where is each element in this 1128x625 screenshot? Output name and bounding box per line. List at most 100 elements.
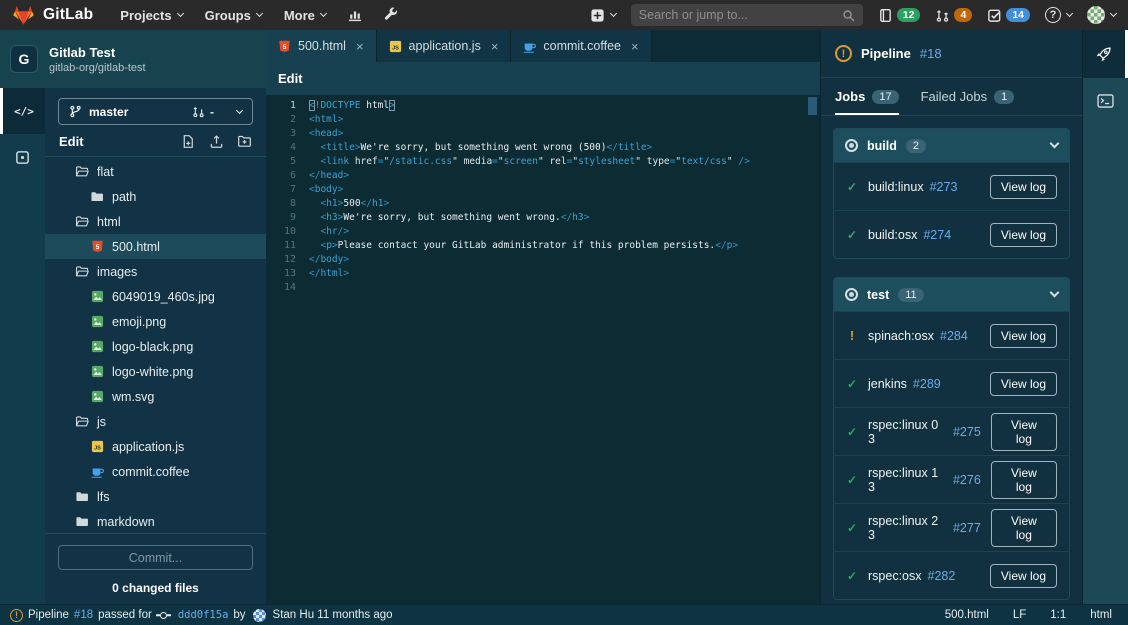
statusbar-line-ending[interactable]: LF [1013,609,1026,621]
job-id-link[interactable]: #282 [928,569,956,583]
project-avatar[interactable]: G [10,45,38,73]
code-line[interactable]: 1<!DOCTYPE html> [266,99,820,113]
commit-sha-link[interactable]: ddd0f15a [178,609,229,621]
chevron-down-icon[interactable] [1050,288,1060,298]
tree-item[interactable]: html [45,209,266,234]
statusbar-file-name[interactable]: 500.html [945,609,989,621]
code-line[interactable]: 2<html> [266,113,820,127]
new-menu-plus-icon[interactable] [590,8,616,23]
tree-item[interactable]: emoji.png [45,309,266,334]
stage-header[interactable]: build2 [834,129,1069,162]
tree-item[interactable]: markdown [45,509,266,533]
code-line[interactable]: 13</html> [266,267,820,281]
gitlab-logo-icon[interactable] [12,4,35,26]
tree-item[interactable]: 6049019_460s.jpg [45,284,266,309]
new-folder-icon[interactable] [237,134,252,149]
editor-tab[interactable]: commit.coffee× [511,30,651,62]
tree-item[interactable]: logo-white.png [45,359,266,384]
tree-item[interactable]: commit.coffee [45,459,266,484]
job-id-link[interactable]: #276 [953,473,981,487]
gitlab-logo-text[interactable]: GitLab [43,6,93,24]
statusbar-language[interactable]: html [1090,609,1112,621]
chevron-down-icon[interactable] [1050,139,1060,149]
job-id-link[interactable]: #273 [930,180,958,194]
commit-button[interactable]: Commit... [58,545,253,570]
nav-groups-menu[interactable]: Groups [205,8,262,23]
job-id-link[interactable]: #277 [953,521,981,535]
file-tree: flatpathhtml5500.htmlimages6049019_460s.… [45,159,266,533]
view-log-button[interactable]: View log [990,372,1057,396]
close-icon[interactable]: × [491,39,499,54]
tree-item[interactable]: js [45,409,266,434]
code-line[interactable]: 10 <hr/> [266,225,820,239]
stage-header[interactable]: test11 [834,278,1069,311]
editor-scrollbar[interactable] [808,97,817,115]
close-icon[interactable]: × [356,39,364,54]
tree-item[interactable]: path [45,184,266,209]
tree-item[interactable]: flat [45,159,266,184]
changed-files-count: 0 changed files [58,581,253,595]
branch-selector[interactable]: master - [58,98,253,125]
tree-item-label: logo-white.png [112,365,193,379]
tree-item[interactable]: logo-black.png [45,334,266,359]
statusbar-pipeline-id-link[interactable]: #18 [74,609,93,621]
code-line[interactable]: 11 <p>Please contact your GitLab adminis… [266,239,820,253]
job-id-link[interactable]: #284 [940,329,968,343]
tree-item-label: lfs [97,490,110,504]
view-log-button[interactable]: View log [991,509,1057,547]
nav-projects-menu[interactable]: Projects [120,8,182,23]
tree-item[interactable]: wm.svg [45,384,266,409]
search-box[interactable] [631,4,863,26]
tree-item[interactable]: 5500.html [45,234,266,259]
view-log-button[interactable]: View log [991,461,1057,499]
job-id-link[interactable]: #275 [953,425,981,439]
view-log-button[interactable]: View log [990,175,1057,199]
code-line[interactable]: 6</head> [266,169,820,183]
tree-item[interactable]: JSapplication.js [45,434,266,459]
code-editor[interactable]: 1<!DOCTYPE html>2<html>3<head>4 <title>W… [266,95,820,604]
todos-counter[interactable]: 14 [987,8,1030,23]
view-log-button[interactable]: View log [991,413,1057,451]
chevron-down-icon [320,10,327,17]
help-menu[interactable] [1045,7,1072,23]
issues-counter[interactable]: 12 [878,8,921,23]
jobs-tab[interactable]: Jobs17 [835,78,899,115]
code-line[interactable]: 12</body> [266,253,820,267]
new-file-icon[interactable] [181,134,196,149]
jobs-tab[interactable]: Failed Jobs1 [921,78,1015,115]
editor-tab[interactable]: 5500.html× [266,30,377,62]
edit-mode-tab[interactable] [0,88,45,134]
view-log-button[interactable]: View log [990,564,1057,588]
code-line[interactable]: 7<body> [266,183,820,197]
job-id-link[interactable]: #274 [923,228,951,242]
code-line[interactable]: 9 <h3>We're sorry, but something went wr… [266,211,820,225]
merge-requests-counter[interactable]: 4 [935,8,972,23]
editor-tab[interactable]: JSapplication.js× [377,30,512,62]
user-menu[interactable] [1087,6,1116,24]
view-log-button[interactable]: View log [990,223,1057,247]
close-icon[interactable]: × [631,39,639,54]
charts-icon[interactable] [347,7,363,23]
code-line[interactable]: 14 [266,281,820,295]
pipelines-tab[interactable] [1083,30,1128,78]
left-activity-rail [0,88,45,604]
search-input[interactable] [639,8,842,22]
tree-item[interactable]: images [45,259,266,284]
tree-item[interactable]: lfs [45,484,266,509]
upload-file-icon[interactable] [209,134,224,149]
author-avatar [253,609,266,622]
project-title[interactable]: Gitlab Test [49,45,146,60]
code-line[interactable]: 4 <title>We're sorry, but something went… [266,141,820,155]
code-line[interactable]: 8 <h1>500</h1> [266,197,820,211]
statusbar-cursor-position[interactable]: 1:1 [1050,609,1066,621]
pipeline-id-link[interactable]: #18 [920,46,942,61]
code-line[interactable]: 5 <link href="/static.css" media="screen… [266,155,820,169]
statusbar-author-text: Stan Hu 11 months ago [273,609,393,621]
admin-wrench-icon[interactable] [383,7,399,23]
terminal-tab[interactable] [1083,78,1128,124]
code-line[interactable]: 3<head> [266,127,820,141]
review-mode-tab[interactable] [0,134,45,180]
nav-more-menu[interactable]: More [284,8,326,23]
view-log-button[interactable]: View log [990,324,1057,348]
job-id-link[interactable]: #289 [913,377,941,391]
